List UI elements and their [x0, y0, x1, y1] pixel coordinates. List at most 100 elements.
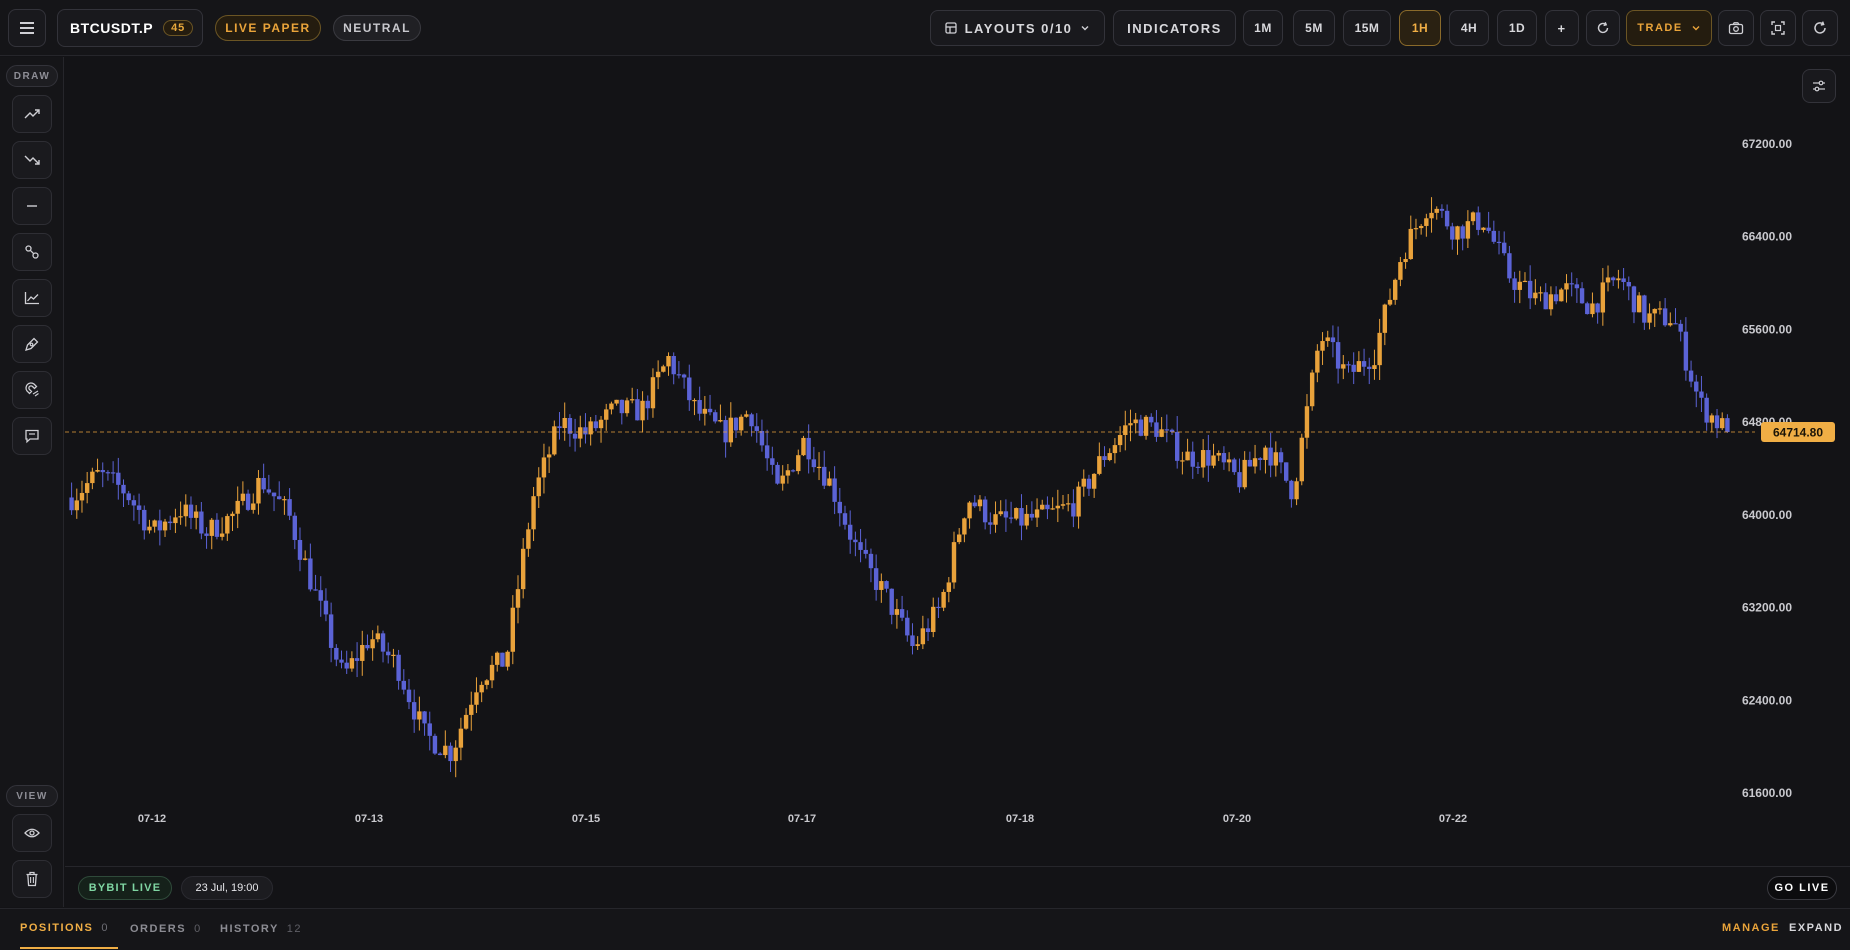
date-axis-label: 07-13 [355, 813, 383, 825]
candle-down [116, 472, 121, 485]
layouts-button[interactable]: LAYOUTS 0/10 [930, 10, 1105, 46]
candle-up [1377, 332, 1382, 366]
candle-down [344, 662, 349, 669]
candle-up [1418, 225, 1424, 229]
candle-down [583, 427, 588, 435]
link-nodes-tool[interactable] [12, 233, 52, 271]
delete-drawings-button[interactable] [12, 860, 52, 898]
price-axis-label: 61600.00 [1742, 786, 1792, 800]
candle-up [956, 534, 962, 543]
candle-down [199, 511, 204, 534]
trend-down-tool[interactable] [12, 141, 52, 179]
candle-up [219, 533, 225, 537]
line-chart-tool[interactable] [12, 279, 52, 317]
live-paper-badge[interactable]: LIVE PAPER [215, 15, 321, 41]
refresh-button[interactable] [1802, 10, 1838, 46]
candle-down [910, 635, 915, 647]
trade-button[interactable]: TRADE [1626, 10, 1712, 46]
candle-up [1185, 451, 1190, 461]
reset-button[interactable] [1586, 10, 1620, 46]
menu-button[interactable] [8, 9, 46, 47]
candle-down [1149, 416, 1154, 423]
fullscreen-icon [1771, 21, 1785, 35]
candle-down [432, 735, 438, 754]
candle-up [1242, 459, 1247, 488]
tab-orders[interactable]: ORDERS 0 [130, 909, 202, 949]
candle-up [552, 426, 557, 455]
indicators-button[interactable]: INDICATORS [1113, 10, 1236, 46]
candle-down [1232, 459, 1237, 473]
candle-up [915, 644, 920, 647]
candle-down [121, 484, 126, 494]
candle-up [1040, 504, 1045, 510]
date-axis-label: 07-22 [1439, 813, 1467, 825]
candle-up [256, 477, 261, 504]
candle-up [479, 684, 484, 693]
candle-up [1309, 372, 1315, 407]
price-axis-label: 63200.00 [1742, 601, 1792, 615]
candle-down [380, 633, 386, 652]
manage-button[interactable]: MANAGE [1722, 922, 1780, 934]
timeframe-15m[interactable]: 15M [1343, 10, 1391, 46]
candle-up [443, 745, 448, 756]
candle-down [764, 445, 770, 459]
magnet-tool[interactable] [12, 371, 52, 409]
candle-up [489, 664, 495, 681]
tab-history[interactable]: HISTORY 12 [220, 909, 302, 949]
candle-up [360, 644, 365, 661]
candle-up [1398, 262, 1403, 280]
neutral-badge[interactable]: NEUTRAL [333, 15, 421, 41]
candle-up [391, 654, 396, 656]
add-timeframe-button[interactable]: + [1545, 10, 1579, 46]
candle-up [1429, 212, 1434, 219]
timeframe-1m[interactable]: 1M [1243, 10, 1283, 46]
bottom-panel: POSITIONS 0 ORDERS 0 HISTORY 12 MANAGE E… [0, 908, 1850, 950]
candle-down [572, 433, 578, 439]
timeframe-5m[interactable]: 5M [1293, 10, 1335, 46]
hamburger-icon [20, 19, 34, 37]
horizontal-line-tool[interactable] [12, 187, 52, 225]
candle-down [681, 374, 687, 378]
candle-up [193, 511, 199, 518]
date-axis-label: 07-12 [138, 813, 166, 825]
candle-down [1543, 292, 1548, 310]
expand-button[interactable]: EXPAND [1789, 922, 1843, 934]
candle-down [1154, 422, 1159, 437]
candle-up [1668, 323, 1673, 326]
timeframe-1d[interactable]: 1D [1497, 10, 1537, 46]
timeframe-4h[interactable]: 4H [1449, 10, 1489, 46]
symbol-selector[interactable]: BTCUSDT.P 45 [57, 9, 203, 47]
candle-up [349, 658, 355, 669]
candle-up [578, 427, 583, 439]
candle-down [1019, 508, 1024, 526]
snapshot-button[interactable] [1718, 10, 1754, 46]
visibility-toggle[interactable] [12, 814, 52, 852]
candle-down [204, 533, 209, 536]
candle-up [1341, 364, 1346, 369]
fullscreen-button[interactable] [1760, 10, 1796, 46]
comment-tool[interactable] [12, 417, 52, 455]
pen-tool[interactable] [12, 325, 52, 363]
chart-settings-button[interactable] [1802, 69, 1836, 103]
candle-down [427, 723, 432, 736]
candle-down [806, 437, 811, 460]
candle-down [749, 414, 754, 427]
candle-up [1081, 478, 1086, 487]
candle-up [1133, 419, 1138, 424]
candle-up [801, 437, 806, 456]
candle-up [1403, 259, 1408, 263]
trend-up-tool[interactable] [12, 95, 52, 133]
candle-down [645, 400, 650, 409]
candle-up [370, 639, 375, 649]
candle-down [131, 500, 137, 506]
tab-positions[interactable]: POSITIONS 0 [20, 909, 118, 949]
candle-down [110, 472, 116, 474]
timeframe-1h[interactable]: 1H [1399, 10, 1441, 46]
candle-up [282, 499, 287, 501]
candle-up [546, 454, 552, 458]
go-live-button[interactable]: GO LIVE [1767, 876, 1837, 900]
price-chart[interactable]: 67200.0066400.0065600.0064800.0064000.00… [65, 57, 1850, 866]
candle-down [448, 745, 453, 762]
candle-up [1522, 280, 1528, 283]
candle-up [74, 500, 79, 511]
